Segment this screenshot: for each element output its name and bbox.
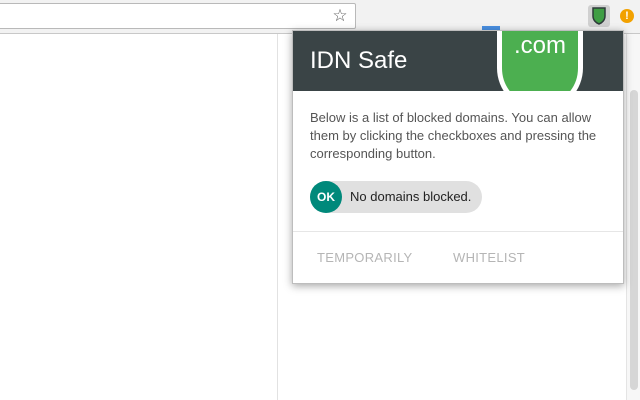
- temporarily-button[interactable]: TEMPORARILY: [317, 245, 413, 271]
- browser-toolbar: ☆ !: [0, 0, 640, 34]
- extension-popup: IDN Safe .com Below is a list of blocked…: [292, 30, 624, 284]
- shield-icon: [592, 7, 606, 25]
- popup-divider: [293, 231, 623, 232]
- address-bar[interactable]: ☆: [0, 3, 356, 29]
- idn-safe-extension-icon[interactable]: [588, 5, 610, 27]
- ok-badge: OK: [310, 181, 342, 213]
- whitelist-button[interactable]: WHITELIST: [453, 245, 525, 271]
- browser-window: ☆ ! IDN Safe .com Below is a list of blo…: [0, 0, 640, 400]
- popup-description: Below is a list of blocked domains. You …: [310, 110, 597, 161]
- warning-icon[interactable]: !: [620, 9, 634, 23]
- scrollbar-thumb[interactable]: [630, 90, 638, 390]
- logo-text: .com: [513, 32, 566, 59]
- page-column-divider: [277, 34, 278, 400]
- status-chip: OK No domains blocked.: [310, 181, 482, 213]
- popup-title: IDN Safe: [310, 47, 408, 74]
- dotcom-shield-logo: .com: [497, 31, 583, 91]
- status-message: No domains blocked.: [350, 189, 472, 204]
- popup-header: IDN Safe .com: [293, 31, 623, 91]
- star-icon[interactable]: ☆: [331, 7, 349, 25]
